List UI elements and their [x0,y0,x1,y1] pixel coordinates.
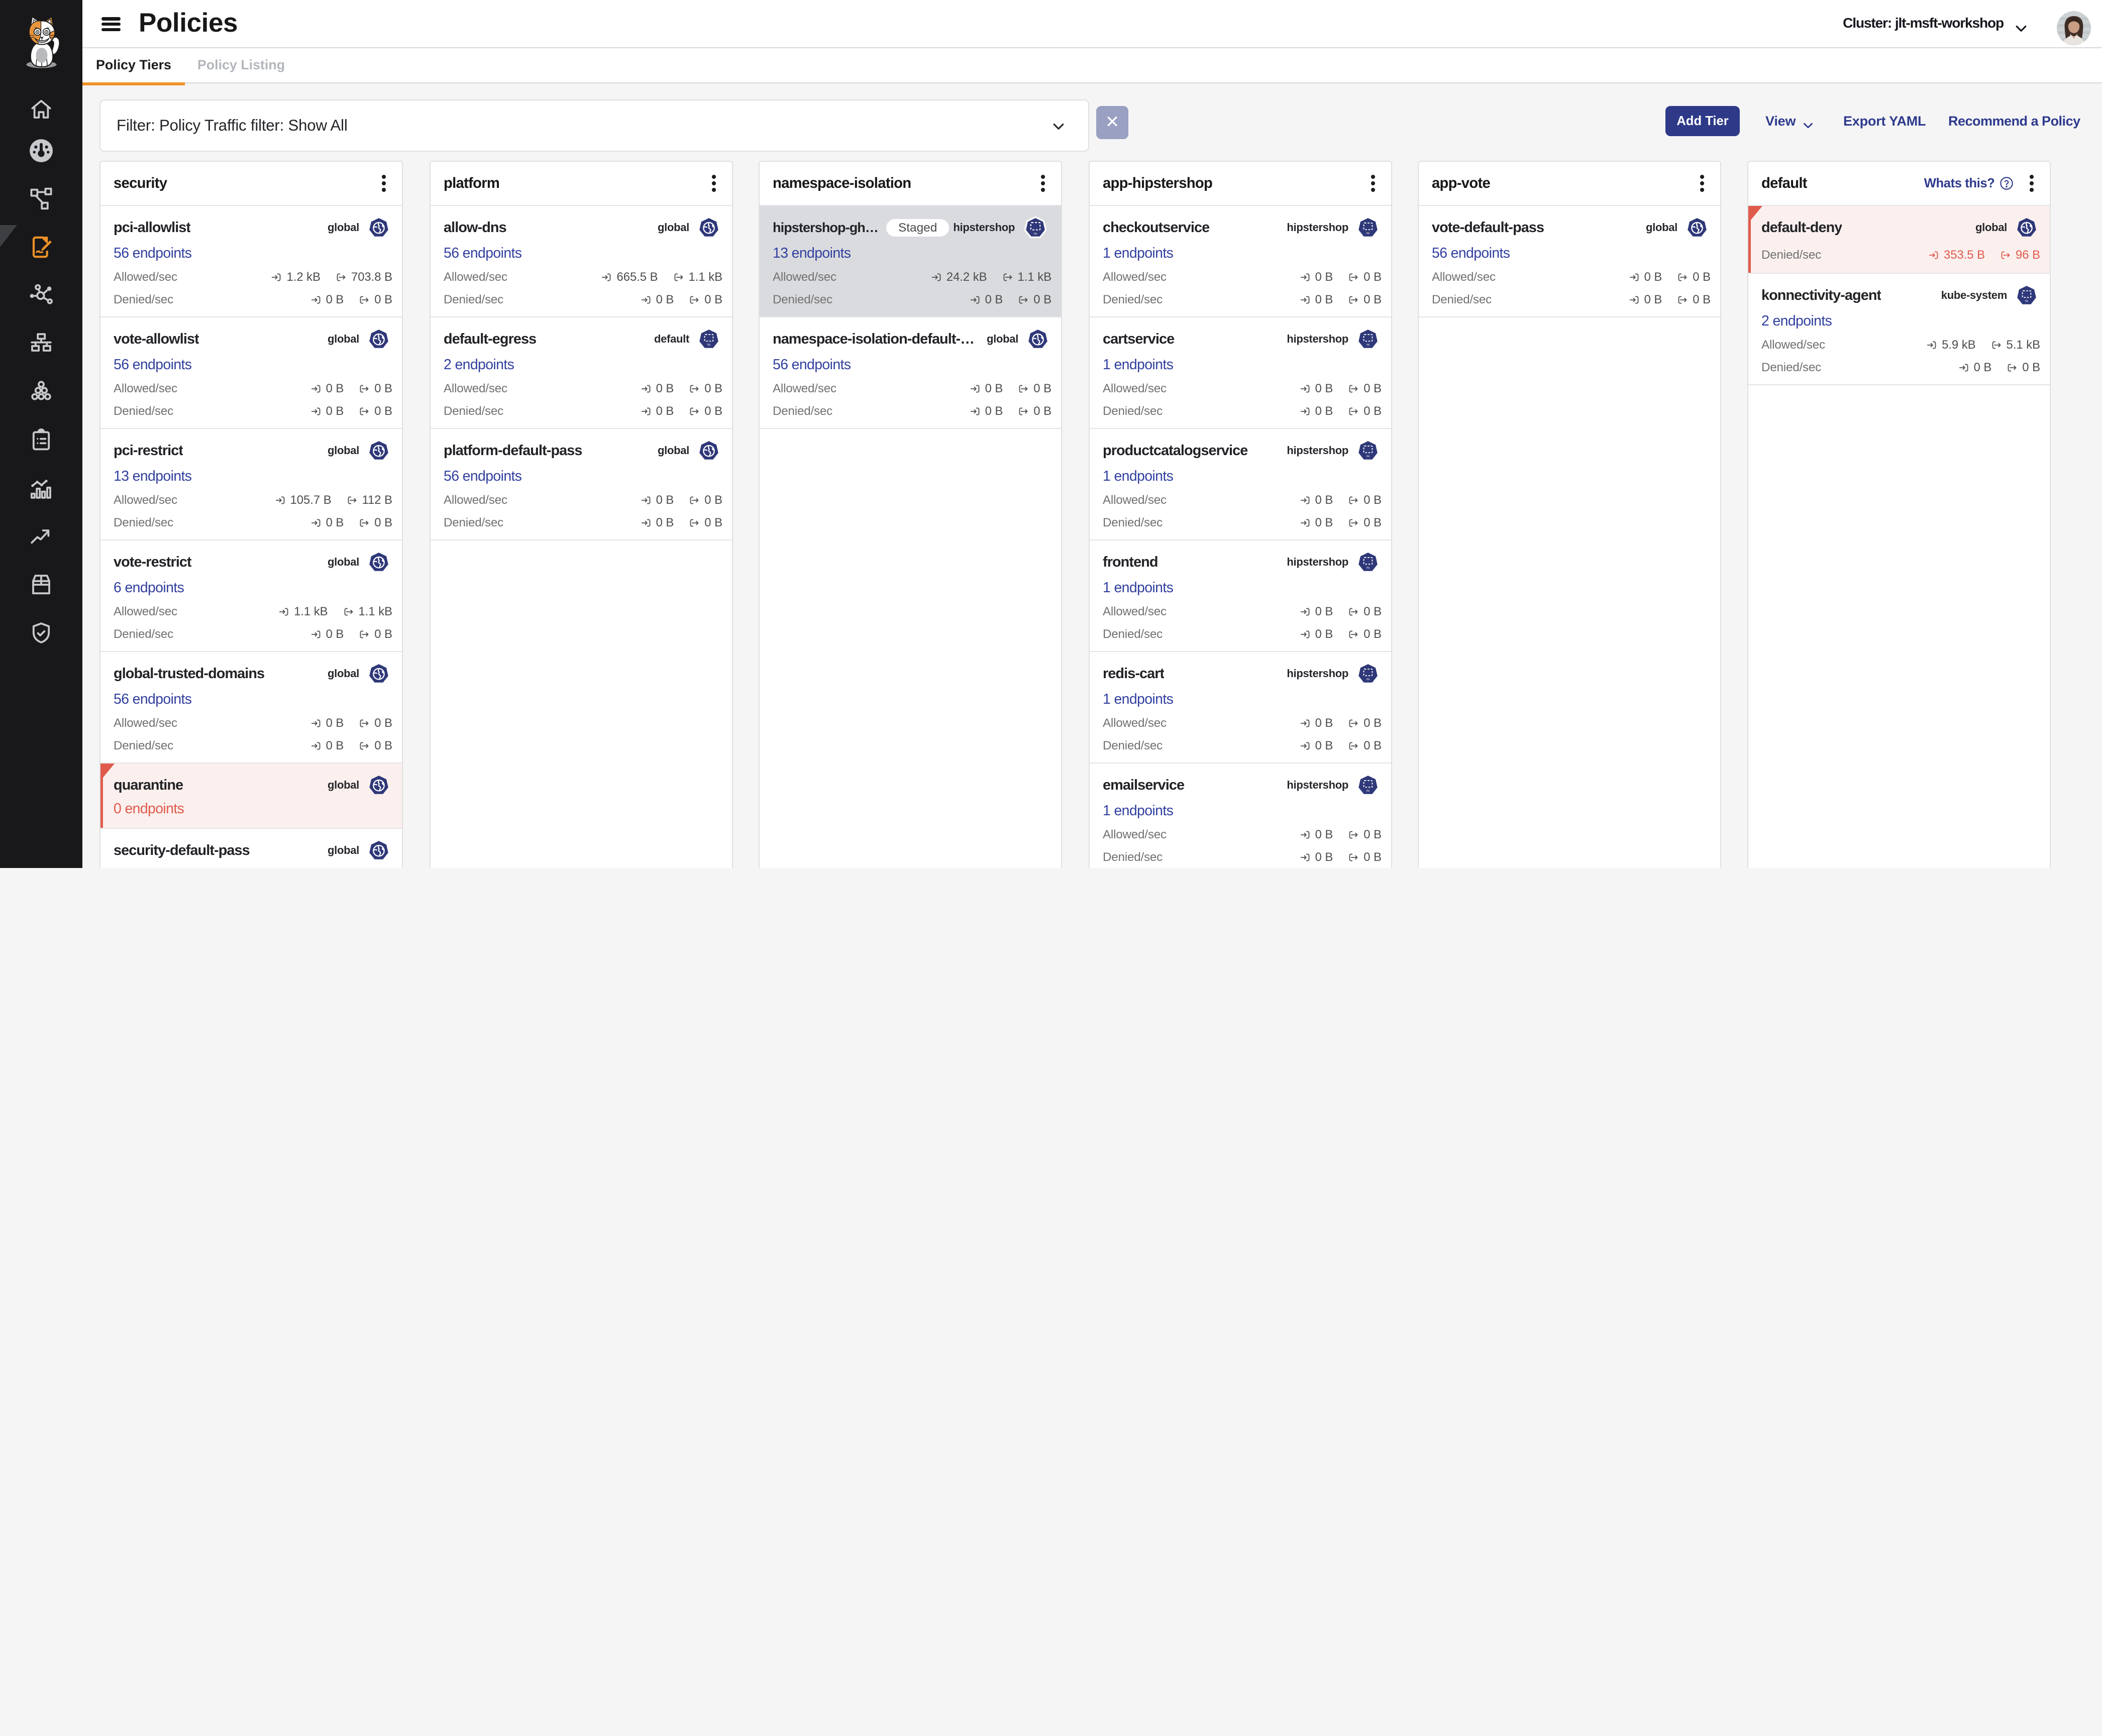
svg-text:ns: ns [707,344,710,347]
svg-text:ns: ns [2025,300,2028,303]
svg-text:ns: ns [1367,232,1370,235]
svg-text:ns: ns [1367,455,1370,458]
svg-text:ns: ns [1034,232,1038,236]
svg-text:ns: ns [1367,344,1370,347]
svg-text:ns: ns [1367,678,1370,681]
svg-text:ns: ns [1367,567,1370,570]
svg-text:ns: ns [1367,790,1370,793]
